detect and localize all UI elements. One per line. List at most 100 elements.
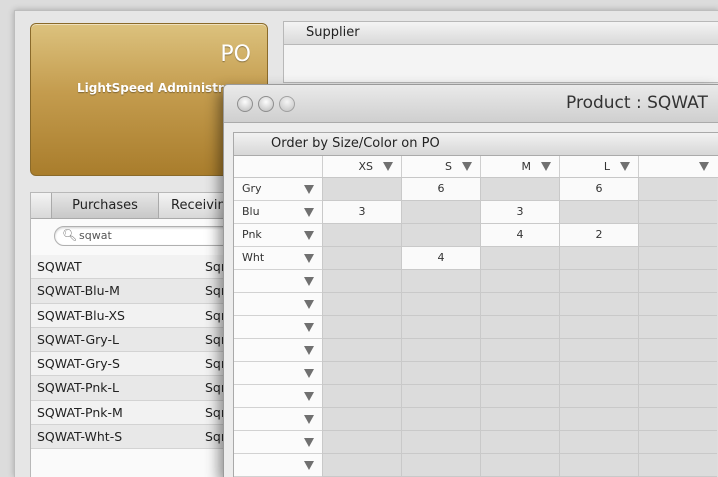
dropdown-arrow-icon[interactable] [541,162,551,171]
quantity-cell[interactable] [638,247,717,270]
quantity-cell[interactable] [480,247,559,270]
quantity-cell[interactable] [559,247,638,270]
quantity-cell[interactable] [480,178,559,201]
color-row-header[interactable] [234,408,322,431]
dropdown-arrow-icon[interactable] [304,208,314,217]
dropdown-arrow-icon[interactable] [304,231,314,240]
dropdown-arrow-icon[interactable] [620,162,630,171]
quantity-cell[interactable] [401,316,480,339]
size-column-header[interactable]: L [559,156,638,177]
quantity-cell[interactable] [559,293,638,316]
color-row-header[interactable]: Gry [234,178,322,201]
color-row-header[interactable] [234,362,322,385]
color-row-header[interactable] [234,339,322,362]
size-column-header[interactable]: XS [322,156,401,177]
quantity-cell[interactable] [322,431,401,454]
dropdown-arrow-icon[interactable] [304,254,314,263]
quantity-cell[interactable] [559,431,638,454]
quantity-cell[interactable] [322,293,401,316]
quantity-cell[interactable] [638,362,717,385]
quantity-cell[interactable] [638,431,717,454]
quantity-cell[interactable] [559,270,638,293]
quantity-cell[interactable] [638,454,717,477]
quantity-cell[interactable] [322,362,401,385]
size-column-header[interactable]: M [480,156,559,177]
quantity-cell[interactable] [401,385,480,408]
dropdown-arrow-icon[interactable] [304,277,314,286]
dropdown-arrow-icon[interactable] [699,162,709,171]
quantity-cell[interactable]: 4 [480,224,559,247]
color-row-header[interactable]: Blu [234,201,322,224]
dropdown-arrow-icon[interactable] [304,346,314,355]
color-row-header[interactable] [234,385,322,408]
quantity-cell[interactable] [638,224,717,247]
quantity-cell[interactable] [638,201,717,224]
quantity-cell[interactable] [322,270,401,293]
minimize-window-icon[interactable] [258,96,274,112]
dropdown-arrow-icon[interactable] [304,300,314,309]
quantity-cell[interactable] [322,316,401,339]
color-row-header[interactable] [234,316,322,339]
color-row-header[interactable] [234,431,322,454]
quantity-cell[interactable] [401,431,480,454]
quantity-cell[interactable]: 2 [559,224,638,247]
quantity-cell[interactable]: 6 [559,178,638,201]
quantity-cell[interactable]: 4 [401,247,480,270]
supplier-header[interactable]: Supplier [284,22,718,45]
quantity-cell[interactable] [401,293,480,316]
quantity-cell[interactable] [401,454,480,477]
color-row-header[interactable] [234,454,322,477]
quantity-cell[interactable] [322,454,401,477]
quantity-cell[interactable] [638,270,717,293]
quantity-cell[interactable]: 3 [480,201,559,224]
search-input[interactable] [79,228,229,243]
quantity-cell[interactable] [638,293,717,316]
quantity-cell[interactable] [322,339,401,362]
dropdown-arrow-icon[interactable] [304,392,314,401]
quantity-cell[interactable] [638,408,717,431]
quantity-cell[interactable] [638,339,717,362]
close-window-icon[interactable] [237,96,253,112]
quantity-cell[interactable] [638,385,717,408]
quantity-cell[interactable] [559,201,638,224]
dropdown-arrow-icon[interactable] [304,438,314,447]
quantity-cell[interactable]: 6 [401,178,480,201]
quantity-cell[interactable] [322,385,401,408]
quantity-cell[interactable] [322,247,401,270]
color-row-header[interactable]: Pnk [234,224,322,247]
size-column-header[interactable]: S [401,156,480,177]
dropdown-arrow-icon[interactable] [304,415,314,424]
size-column-header[interactable] [638,156,717,177]
quantity-cell[interactable] [559,385,638,408]
dropdown-arrow-icon[interactable] [304,185,314,194]
zoom-window-icon[interactable] [279,96,295,112]
dropdown-arrow-icon[interactable] [383,162,393,171]
quantity-cell[interactable] [638,316,717,339]
quantity-cell[interactable] [480,454,559,477]
quantity-cell[interactable] [480,408,559,431]
dropdown-arrow-icon[interactable] [304,323,314,332]
quantity-cell[interactable] [401,201,480,224]
tab-purchases[interactable]: Purchases [51,193,159,218]
quantity-cell[interactable] [559,316,638,339]
quantity-cell[interactable] [480,293,559,316]
color-row-header[interactable] [234,293,322,316]
quantity-cell[interactable] [480,431,559,454]
color-row-header[interactable]: Wht [234,247,322,270]
dropdown-arrow-icon[interactable] [304,369,314,378]
quantity-cell[interactable] [480,385,559,408]
quantity-cell[interactable] [401,270,480,293]
quantity-cell[interactable] [322,408,401,431]
quantity-cell[interactable] [559,454,638,477]
dropdown-arrow-icon[interactable] [462,162,472,171]
quantity-cell[interactable] [480,339,559,362]
quantity-cell[interactable]: 3 [322,201,401,224]
quantity-cell[interactable] [559,408,638,431]
quantity-cell[interactable] [480,270,559,293]
quantity-cell[interactable] [638,178,717,201]
quantity-cell[interactable] [480,362,559,385]
quantity-cell[interactable] [322,178,401,201]
quantity-cell[interactable] [401,339,480,362]
quantity-cell[interactable] [559,362,638,385]
quantity-cell[interactable] [559,339,638,362]
